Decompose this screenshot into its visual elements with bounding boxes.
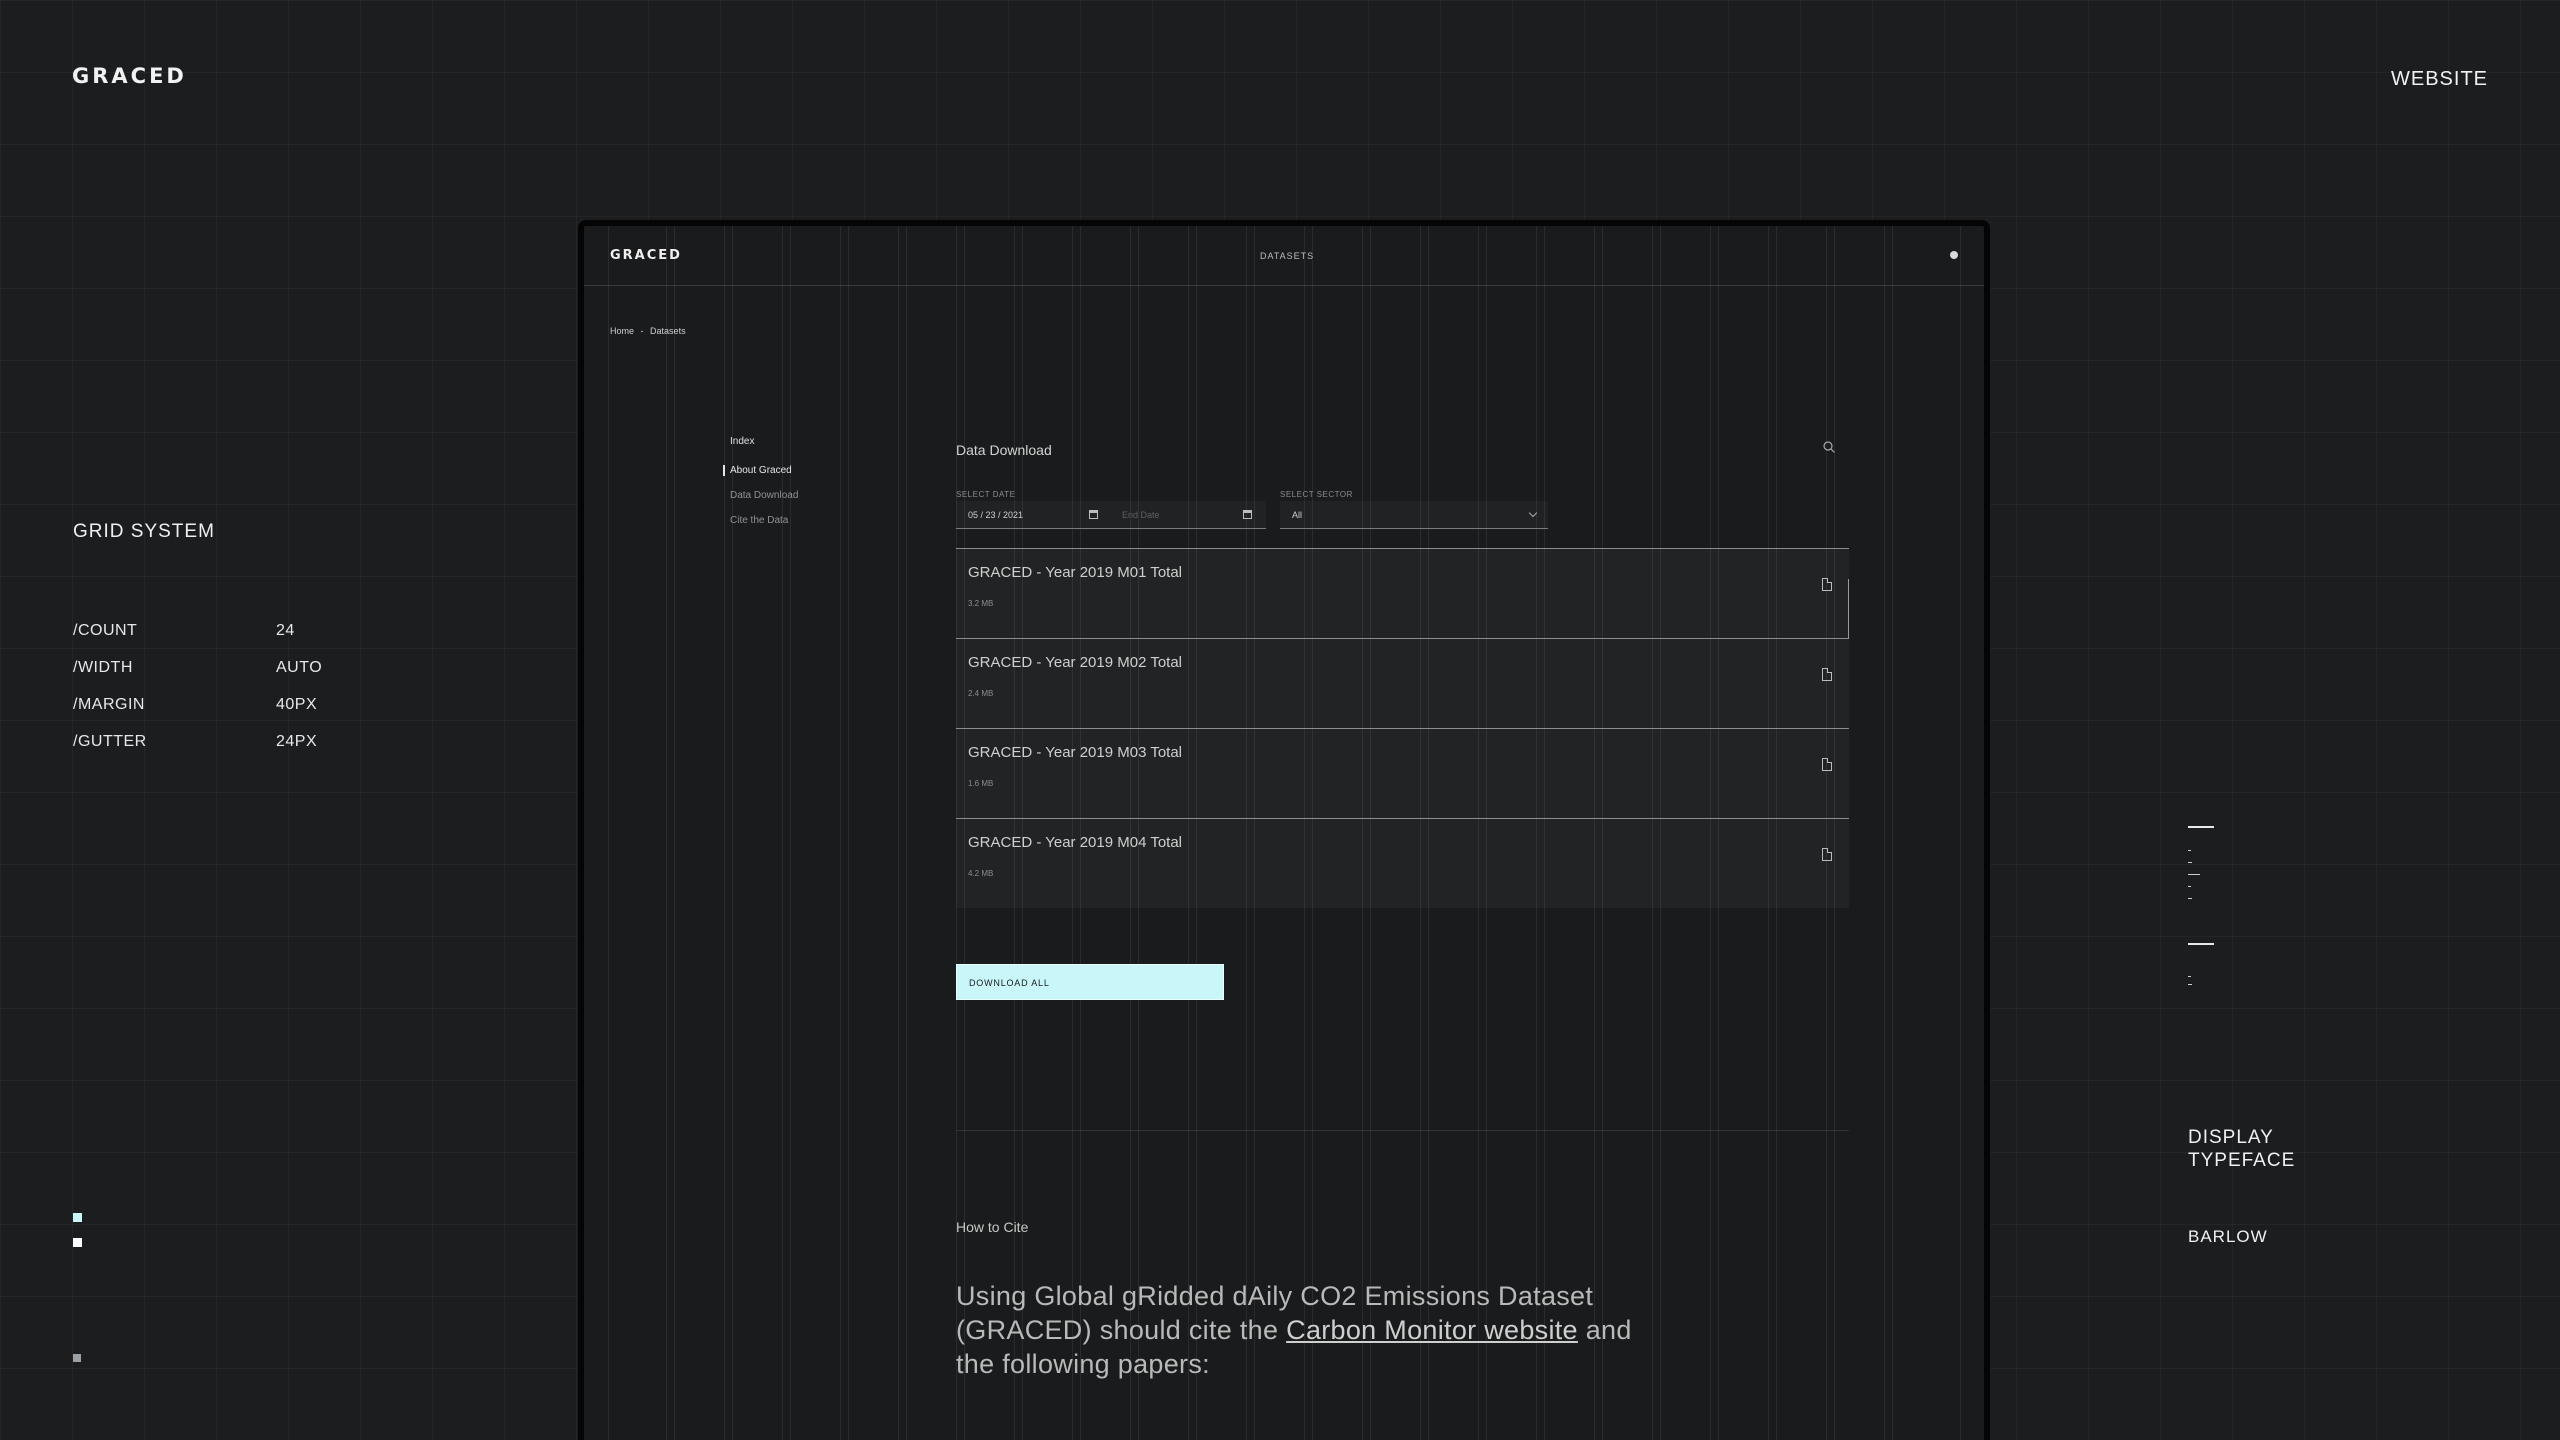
typeface-title-line: TYPEFACE bbox=[2188, 1150, 2296, 1171]
index-nav: Index About Graced Data Download Cite th… bbox=[722, 436, 798, 540]
grid-system-title: GRID SYSTEM bbox=[73, 521, 215, 542]
cite-text: Using Global gRidded dAily CO2 Emissions… bbox=[956, 1279, 1656, 1381]
date-range-input[interactable]: 05 / 23 / 2021 End Date bbox=[956, 501, 1266, 529]
file-name: GRACED - Year 2019 M01 Total bbox=[968, 564, 1183, 581]
white-swatch bbox=[73, 1238, 82, 1247]
spec-key: /COUNT bbox=[73, 622, 138, 639]
app-logo[interactable]: GRACED bbox=[610, 248, 682, 263]
file-name: GRACED - Year 2019 M03 Total bbox=[968, 744, 1183, 761]
file-size: 4.2 MB bbox=[968, 869, 994, 878]
file-size: 2.4 MB bbox=[968, 689, 994, 698]
carbon-monitor-link[interactable]: Carbon Monitor website bbox=[1286, 1315, 1578, 1345]
spec-row-count: /COUNT 24 bbox=[73, 622, 295, 640]
file-name: GRACED - Year 2019 M02 Total bbox=[968, 654, 1183, 671]
breadcrumb: Home - Datasets bbox=[610, 326, 690, 336]
legend-tick bbox=[2188, 984, 2192, 985]
legend-tick bbox=[2188, 874, 2200, 875]
chevron-down-icon bbox=[1528, 508, 1538, 518]
file-name: GRACED - Year 2019 M04 Total bbox=[968, 834, 1183, 851]
legend-tick bbox=[2188, 850, 2191, 851]
select-date-label: SELECT DATE bbox=[956, 490, 1016, 499]
file-download-icon[interactable] bbox=[1822, 758, 1832, 771]
breadcrumb-separator: - bbox=[640, 326, 644, 336]
index-item-data-download[interactable]: Data Download bbox=[730, 490, 798, 501]
breadcrumb-datasets[interactable]: Datasets bbox=[650, 326, 686, 336]
typeface-title: DISPLAY TYPEFACE bbox=[2188, 1126, 2295, 1172]
index-item-cite[interactable]: Cite the Data bbox=[730, 515, 798, 526]
index-title: Index bbox=[730, 436, 755, 447]
spec-row-gutter: /GUTTER 24PX bbox=[73, 733, 317, 751]
file-size: 3.2 MB bbox=[968, 599, 994, 608]
spec-key: /GUTTER bbox=[73, 733, 147, 750]
typeface-name: BARLOW bbox=[2188, 1227, 2268, 1246]
section-divider bbox=[956, 1130, 1849, 1131]
file-list: GRACED - Year 2019 M01 Total 3.2 MB GRAC… bbox=[956, 548, 1849, 908]
cite-label: How to Cite bbox=[956, 1219, 1029, 1235]
legend-tick bbox=[2188, 886, 2191, 887]
file-row[interactable]: GRACED - Year 2019 M02 Total 2.4 MB bbox=[956, 579, 1849, 728]
calendar-icon[interactable] bbox=[1089, 510, 1098, 519]
spec-value: 40PX bbox=[276, 696, 318, 713]
legend-line bbox=[2188, 826, 2214, 828]
search-icon[interactable] bbox=[1822, 440, 1836, 454]
file-download-icon[interactable] bbox=[1822, 668, 1832, 681]
file-row[interactable]: GRACED - Year 2019 M01 Total 3.2 MB bbox=[956, 548, 1849, 638]
sector-value: All bbox=[1292, 510, 1303, 520]
legend-tick bbox=[2188, 976, 2191, 977]
file-download-icon[interactable] bbox=[1822, 848, 1832, 861]
spec-value: AUTO bbox=[276, 659, 323, 676]
legend-tick bbox=[2188, 862, 2192, 863]
section-title: Data Download bbox=[956, 442, 1052, 458]
file-download-icon[interactable] bbox=[1822, 578, 1832, 591]
breadcrumb-home[interactable]: Home bbox=[610, 326, 634, 336]
file-size: 1.6 MB bbox=[968, 779, 994, 788]
sector-select[interactable]: All bbox=[1280, 501, 1548, 529]
legend-line bbox=[2188, 943, 2214, 945]
file-row[interactable]: GRACED - Year 2019 M04 Total 4.2 MB bbox=[956, 818, 1849, 908]
file-row[interactable]: GRACED - Year 2019 M03 Total 1.6 MB bbox=[956, 728, 1849, 818]
spec-key: /MARGIN bbox=[73, 696, 145, 713]
spec-row-width: /WIDTH AUTO bbox=[73, 659, 322, 677]
spec-key: /WIDTH bbox=[73, 659, 133, 676]
grey-swatch bbox=[73, 1354, 81, 1362]
legend-tick bbox=[2188, 898, 2192, 899]
spec-row-margin: /MARGIN 40PX bbox=[73, 696, 317, 714]
spec-value: 24 bbox=[276, 622, 295, 639]
app-preview-frame: GRACED DATASETS Home - Datasets Index Ab… bbox=[578, 220, 1990, 1440]
end-date-placeholder[interactable]: End Date bbox=[1122, 510, 1160, 520]
nav-datasets[interactable]: DATASETS bbox=[1260, 251, 1314, 261]
accent-swatch bbox=[73, 1213, 82, 1222]
download-all-button[interactable]: DOWNLOAD ALL bbox=[956, 964, 1224, 1000]
index-item-about[interactable]: About Graced bbox=[722, 465, 798, 476]
website-link[interactable]: WEBSITE bbox=[2391, 68, 2488, 91]
typeface-title-line: DISPLAY bbox=[2188, 1127, 2274, 1148]
select-sector-label: SELECT SECTOR bbox=[1280, 490, 1353, 499]
calendar-icon[interactable] bbox=[1243, 510, 1252, 519]
menu-dot-icon[interactable] bbox=[1950, 251, 1958, 259]
spec-value: 24PX bbox=[276, 733, 318, 750]
app-topbar: GRACED DATASETS bbox=[584, 226, 1984, 286]
brand-logo: GRACED bbox=[72, 64, 187, 88]
start-date-value[interactable]: 05 / 23 / 2021 bbox=[968, 510, 1023, 520]
